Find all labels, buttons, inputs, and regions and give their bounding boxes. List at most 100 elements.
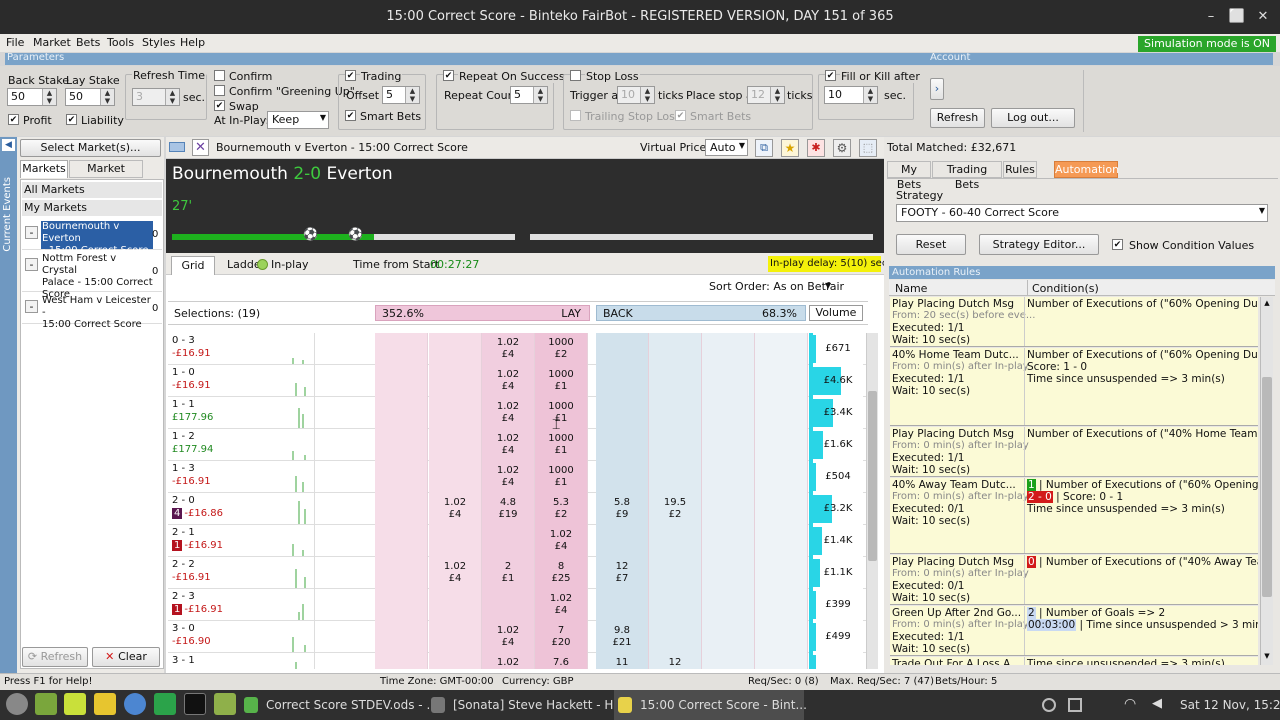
repeat-on-success-checkbox[interactable]: ✔: [443, 70, 454, 81]
back-price-cell[interactable]: [702, 429, 755, 461]
lay-price-cell[interactable]: 1000 £1: [535, 461, 588, 493]
favourite-star-icon[interactable]: ★: [781, 139, 799, 157]
spin-arrows-icon[interactable]: ▲ ▼: [405, 87, 419, 103]
spin-arrows-icon[interactable]: ▲ ▼: [165, 89, 179, 105]
tab-automation[interactable]: Automation: [1054, 161, 1119, 178]
lay-price-cell[interactable]: 1.02 £4: [535, 589, 588, 621]
menu-styles[interactable]: Styles: [142, 36, 175, 49]
spin-arrows-icon[interactable]: ▲ ▼: [770, 87, 784, 103]
terminal-icon[interactable]: [184, 693, 206, 715]
lay-price-cell[interactable]: [429, 397, 482, 429]
table-row[interactable]: 3 - 0 -£16.90 1.02 £4 7 £20 9.8 £21 £499: [168, 621, 872, 653]
lay-price-cell[interactable]: 1000 £1: [535, 365, 588, 397]
back-price-cell[interactable]: [596, 429, 649, 461]
account-refresh-button[interactable]: Refresh: [930, 108, 985, 128]
lay-price-cell[interactable]: [429, 365, 482, 397]
lay-price-cell[interactable]: 7 £20: [535, 621, 588, 653]
menu-help[interactable]: Help: [180, 36, 205, 49]
confirm-greening-checkbox[interactable]: [214, 85, 225, 96]
lay-price-cell[interactable]: [375, 621, 428, 653]
lay-price-cell[interactable]: [482, 525, 535, 557]
trigger-at-input[interactable]: 10 ▲ ▼: [617, 86, 655, 104]
back-price-cell[interactable]: [755, 429, 808, 461]
app-icon[interactable]: [64, 693, 86, 715]
lay-price-cell[interactable]: [429, 429, 482, 461]
sort-order-label[interactable]: Sort Order: As on Betfair: [709, 280, 844, 293]
back-price-cell[interactable]: [755, 525, 808, 557]
back-price-cell[interactable]: [755, 621, 808, 653]
shield-icon[interactable]: [1042, 698, 1056, 712]
lay-price-cell[interactable]: 5.3 £2: [535, 493, 588, 525]
tab-trading-bets[interactable]: Trading Bets: [932, 161, 1002, 191]
app-icon[interactable]: [94, 693, 116, 715]
lay-price-cell[interactable]: [375, 525, 428, 557]
back-price-cell[interactable]: [702, 461, 755, 493]
reset-button[interactable]: Reset: [896, 234, 966, 255]
repeat-count-input[interactable]: 5 ▲ ▼: [510, 86, 548, 104]
back-price-cell[interactable]: 12 £7: [596, 557, 649, 589]
back-price-cell[interactable]: [702, 365, 755, 397]
maximize-button[interactable]: ⬜: [1226, 6, 1248, 28]
table-row[interactable]: 1 - 0 -£16.91 1.02 £4 1000 £1 £4.6K: [168, 365, 872, 397]
smart-bets-checkbox[interactable]: ✔: [345, 110, 356, 121]
back-price-cell[interactable]: [649, 429, 702, 461]
spin-arrows-icon[interactable]: ▲ ▼: [100, 89, 114, 105]
table-row[interactable]: 1 - 3 -£16.91 1.02 £4 1000 £1 £504: [168, 461, 872, 493]
lay-price-cell[interactable]: 1.02 £4: [482, 397, 535, 429]
table-row[interactable]: 0 - 3 -£16.91 1.02 £4 1000 £2 £671: [168, 333, 872, 365]
minimize-button[interactable]: –: [1200, 6, 1222, 28]
back-price-cell[interactable]: [649, 557, 702, 589]
lay-price-cell[interactable]: 4.8 £19: [482, 493, 535, 525]
back-price-cell[interactable]: [755, 333, 808, 365]
confirm-checkbox[interactable]: [214, 70, 225, 81]
lay-price-cell[interactable]: 8 £25: [535, 557, 588, 589]
lay-price-cell[interactable]: [375, 397, 428, 429]
menu-tools[interactable]: Tools: [107, 36, 134, 49]
fill-or-kill-input[interactable]: 10 ▲ ▼: [824, 86, 878, 104]
lay-price-cell[interactable]: [429, 333, 482, 365]
expand-arrow-button[interactable]: ›: [930, 78, 944, 100]
table-row[interactable]: 1 - 1 £177.96 1.02 £4 1000 £1 £3.4K: [168, 397, 872, 429]
taskbar-window-1[interactable]: Correct Score STDEV.ods - ...: [266, 698, 438, 712]
back-stake-input[interactable]: 50 ▲ ▼: [7, 88, 57, 106]
spreadsheet-icon[interactable]: [154, 693, 176, 715]
all-markets-item[interactable]: All Markets: [22, 182, 162, 198]
table-row[interactable]: 2 - 0 4 -£16.86 1.02 £4 4.8 £19 5.3 £2 5.8 £9 19.5 £…: [168, 493, 872, 525]
lay-price-cell[interactable]: [482, 589, 535, 621]
back-price-cell[interactable]: 12: [649, 653, 702, 669]
strategy-select[interactable]: FOOTY - 60-40 Correct Score ▼: [896, 204, 1268, 222]
back-price-cell[interactable]: [755, 653, 808, 669]
fill-or-kill-checkbox[interactable]: ✔: [825, 70, 836, 81]
profit-checkbox[interactable]: ✔: [8, 114, 19, 125]
lay-price-cell[interactable]: 7.6: [535, 653, 588, 669]
tab-my-bets[interactable]: My Bets: [887, 161, 931, 191]
select-markets-button[interactable]: Select Market(s)...: [20, 139, 161, 157]
lay-price-cell[interactable]: [375, 333, 428, 365]
stop-smart-bets-checkbox[interactable]: ✔: [675, 110, 686, 121]
table-row[interactable]: 2 - 3 1 -£16.91 1.02 £4 £399: [168, 589, 872, 621]
lay-price-cell[interactable]: 1.02 £4: [482, 365, 535, 397]
lay-price-cell[interactable]: 1000 £2: [535, 333, 588, 365]
stop-loss-checkbox[interactable]: [570, 70, 581, 81]
scroll-down-icon[interactable]: ▼: [1262, 652, 1272, 662]
strategy-editor-button[interactable]: Strategy Editor...: [979, 234, 1099, 255]
lay-price-cell[interactable]: 1.02 £4: [429, 557, 482, 589]
back-price-cell[interactable]: 5.8 £9: [596, 493, 649, 525]
back-price-cell[interactable]: 11: [596, 653, 649, 669]
back-price-cell[interactable]: [596, 589, 649, 621]
lay-price-cell[interactable]: [375, 493, 428, 525]
lay-price-cell[interactable]: 1.02: [482, 653, 535, 669]
back-price-cell[interactable]: [649, 589, 702, 621]
back-price-cell[interactable]: [649, 525, 702, 557]
tab-markets[interactable]: Markets: [20, 160, 68, 178]
refresh-prices-icon[interactable]: ⧉: [755, 139, 773, 157]
back-price-cell[interactable]: [596, 461, 649, 493]
lay-price-cell[interactable]: 1.02 £4: [482, 333, 535, 365]
automation-rule[interactable]: Play Placing Dutch Msg From: 0 min(s) aft…: [890, 427, 1258, 477]
automation-rule[interactable]: Green Up After 2nd Go... From: 0 min(s) a…: [890, 606, 1258, 656]
swap-checkbox[interactable]: ✔: [214, 100, 225, 111]
taskbar-clock[interactable]: Sat 12 Nov, 15:28: [1180, 698, 1280, 712]
market-item[interactable]: - Bournemouth v Everton - 15:00 Correct Sc…: [22, 220, 162, 256]
back-price-cell[interactable]: [755, 365, 808, 397]
back-price-cell[interactable]: [755, 589, 808, 621]
